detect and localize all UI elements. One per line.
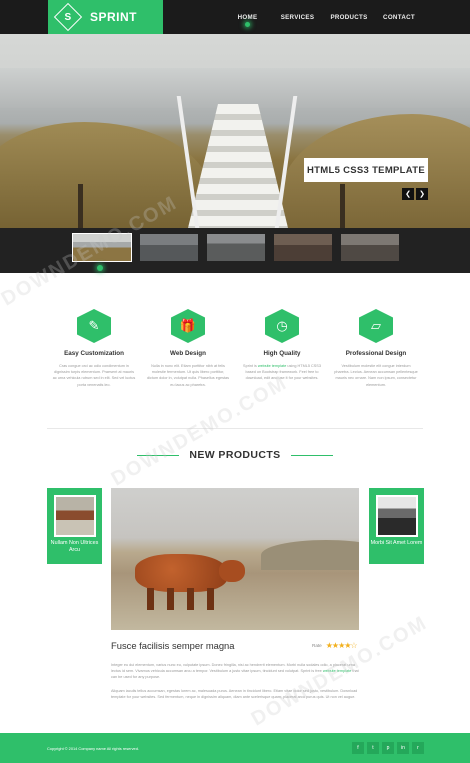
clock-icon[interactable]: ◷: [265, 309, 299, 343]
product-image[interactable]: [111, 488, 359, 630]
feature-title: Professional Design: [345, 350, 407, 357]
feature-title: Web Design: [170, 350, 206, 357]
hero-sea: [0, 68, 470, 108]
feature-professional-design: ▱ Professional Design Vestibulum molesti…: [329, 309, 423, 399]
nav-services[interactable]: SERVICES: [271, 0, 324, 34]
product-description: Integer eu dui elementum, varius nunc eu…: [111, 662, 359, 681]
product-rating: Rate ★★★★☆: [312, 641, 358, 650]
product-card-left[interactable]: Nullam Non Ultrices Arcu: [47, 488, 102, 564]
template-link[interactable]: website template: [323, 669, 352, 673]
page: S SPRINT HOME SERVICES PRODUCTS CONTACT …: [0, 0, 470, 763]
nav-home[interactable]: HOME: [224, 0, 271, 34]
feature-title: High Quality: [263, 350, 301, 357]
hero-post: [78, 184, 83, 228]
feature-high-quality: ◷ High Quality Sprint is website templat…: [235, 309, 329, 399]
heading-line-right: [290, 454, 333, 456]
thumbnail-2[interactable]: [140, 234, 198, 261]
feature-web-design: 🎁 Web Design Nulla in nunc elit. Etiam p…: [141, 309, 235, 399]
twitter-icon[interactable]: t: [367, 742, 379, 754]
facebook-icon[interactable]: f: [352, 742, 364, 754]
product-card-label: Nullam Non Ultrices Arcu: [50, 540, 99, 553]
product-image-cow-head: [219, 560, 245, 582]
rating-label: Rate: [312, 643, 322, 648]
hero-post: [340, 184, 345, 228]
products-title: NEW PRODUCTS: [189, 449, 281, 461]
hero-dune-left: [0, 122, 210, 228]
logo-text: SPRINT: [90, 10, 138, 24]
product-card-image: [375, 495, 418, 537]
product-description-2: Aliquam iaculis tellus accumsan, egestas…: [111, 689, 358, 700]
thumbnail-1[interactable]: [72, 233, 132, 262]
nav-contact[interactable]: CONTACT: [374, 0, 424, 34]
nav-products[interactable]: PRODUCTS: [324, 0, 374, 34]
gift-icon[interactable]: 🎁: [171, 309, 205, 343]
section-divider: [47, 428, 423, 429]
slider-arrows: ❮ ❯: [402, 188, 428, 200]
pencil-icon[interactable]: ✎: [77, 309, 111, 343]
feature-easy-customization: ✎ Easy Customization Cras congue orci ac…: [47, 309, 141, 399]
star-rating-icon: ★★★★☆: [325, 641, 358, 650]
site-header: S SPRINT HOME SERVICES PRODUCTS CONTACT: [0, 0, 470, 34]
thumbnail-active-indicator: [97, 265, 103, 271]
product-card-label: Morbi Sit Amet Lorem: [370, 540, 423, 546]
logo-mark-icon: S: [53, 2, 83, 32]
feature-text-before: Sprint is: [243, 364, 258, 368]
thumbnail-4[interactable]: [274, 234, 332, 261]
thumbnail-5[interactable]: [341, 234, 399, 261]
chevron-right-icon[interactable]: ❯: [416, 188, 428, 200]
hero-slider: HTML5 CSS3 TEMPLATE ❮ ❯: [0, 34, 470, 228]
hero-stairs: [188, 104, 288, 228]
social-links: f t p in r: [352, 742, 424, 754]
pinterest-icon[interactable]: p: [382, 742, 394, 754]
product-image-cow-legs: [147, 588, 219, 610]
hero-caption: HTML5 CSS3 TEMPLATE: [304, 158, 428, 182]
chevron-left-icon[interactable]: ❮: [402, 188, 414, 200]
site-footer: Copyright © 2014 Company name All rights…: [0, 733, 470, 763]
heading-line-left: [137, 454, 180, 456]
main-nav: HOME SERVICES PRODUCTS CONTACT: [224, 0, 424, 34]
feature-text: Cras congue orci ac odio condimentum in …: [52, 364, 136, 387]
product-card-image: [53, 495, 96, 537]
thumbnail-3[interactable]: [207, 234, 265, 261]
feature-title: Easy Customization: [64, 350, 124, 357]
thumbnail-strip: [0, 228, 470, 273]
paint-roller-icon[interactable]: ▱: [359, 309, 393, 343]
products-heading: NEW PRODUCTS: [0, 447, 470, 463]
linkedin-icon[interactable]: in: [397, 742, 409, 754]
template-link[interactable]: website template: [258, 364, 287, 368]
feature-text: Nulla in nunc elit. Etiam porttitor nibh…: [146, 364, 230, 387]
product-image-hill: [261, 540, 359, 570]
logo[interactable]: S SPRINT: [48, 0, 163, 34]
feature-text: Sprint is website template using HTML5 C…: [240, 363, 324, 382]
feature-text: Vestibulum molestie elit congue interdum…: [334, 364, 418, 387]
copyright-text: Copyright © 2014 Company name All rights…: [47, 746, 139, 751]
rss-icon[interactable]: r: [412, 742, 424, 754]
description-text-before: Integer eu dui elementum, varius nunc eu…: [111, 663, 355, 674]
product-image-cow: [135, 554, 227, 592]
product-card-right[interactable]: Morbi Sit Amet Lorem: [369, 488, 424, 564]
product-title[interactable]: Fusce facilisis semper magna: [111, 640, 234, 651]
features-section: ✎ Easy Customization Cras congue orci ac…: [47, 309, 423, 399]
